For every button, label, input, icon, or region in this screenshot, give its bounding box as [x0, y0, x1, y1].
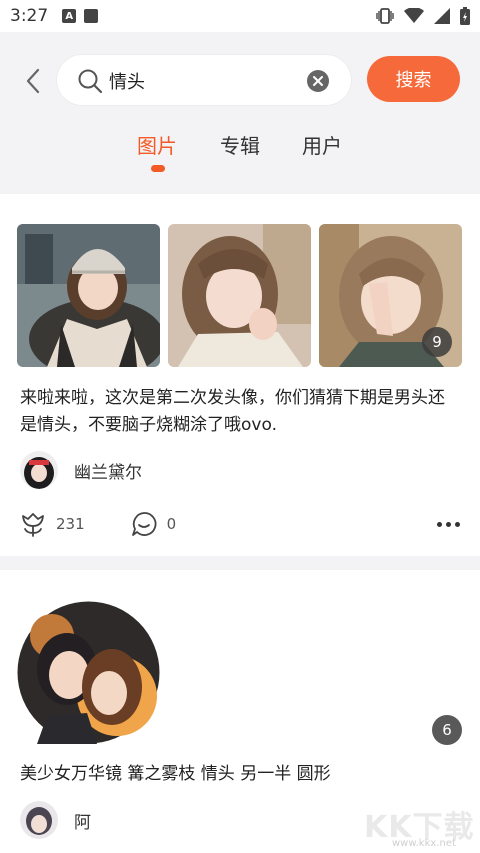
comment-count: 0	[166, 515, 177, 533]
comment-icon	[131, 512, 157, 536]
vibrate-icon	[376, 8, 394, 24]
tab-users[interactable]: 用户	[302, 130, 342, 159]
signal-icon	[434, 8, 450, 24]
post-author[interactable]: 幽兰黛尔	[20, 451, 142, 489]
avatar[interactable]	[20, 801, 58, 839]
search-icon	[78, 69, 103, 94]
image-count-badge: 6	[432, 715, 462, 745]
post-description[interactable]: 美少女万华镜 篝之雾枝 情头 另一半 圆形	[20, 761, 460, 788]
tab-images[interactable]: 图片	[137, 130, 177, 159]
post-card[interactable]: 9 来啦来啦，这次是第二次发头像，你们猜猜下期是男头还是情头，不要脑子烧糊涂了哦…	[0, 194, 480, 556]
tab-bar: 图片 专辑 用户	[0, 130, 480, 180]
tab-albums[interactable]: 专辑	[220, 130, 260, 159]
author-name[interactable]: 幽兰黛尔	[74, 458, 142, 483]
site-watermark: KK下载 www.kkx.net	[364, 802, 480, 853]
more-dot-icon	[455, 521, 460, 527]
battery-icon	[460, 7, 470, 25]
notification-book-icon	[84, 9, 99, 23]
more-dot-icon	[437, 521, 442, 527]
author-name[interactable]: 阿	[74, 808, 91, 833]
status-time: 3:27	[10, 6, 49, 26]
tab-active-indicator	[151, 165, 165, 172]
comment-button[interactable]: 0	[131, 511, 177, 537]
more-dot-icon	[446, 521, 451, 527]
like-button[interactable]: 231	[20, 511, 85, 537]
like-count: 231	[56, 515, 85, 533]
status-bar: 3:27 A	[0, 0, 480, 32]
more-options-button[interactable]	[437, 521, 460, 527]
watermark-url: www.kkx.net	[392, 838, 456, 849]
post-author[interactable]: 阿	[20, 801, 91, 839]
post-actions: 231 0	[20, 510, 460, 538]
tulip-like-icon	[22, 513, 44, 537]
search-box[interactable]	[56, 54, 352, 106]
search-header: 搜索 图片 专辑 用户	[0, 32, 480, 194]
post-image[interactable]	[17, 224, 160, 367]
clear-search-button[interactable]	[307, 70, 329, 92]
post-image[interactable]	[17, 601, 160, 744]
chevron-left-icon	[26, 68, 40, 94]
post-image[interactable]	[168, 224, 311, 367]
wifi-icon	[404, 8, 424, 23]
avatar[interactable]	[20, 451, 58, 489]
search-input[interactable]	[109, 67, 299, 95]
notification-a-icon: A	[62, 9, 77, 23]
back-button[interactable]	[18, 66, 48, 96]
image-count-badge: 9	[422, 327, 452, 357]
post-image[interactable]: 9	[319, 224, 462, 367]
search-button[interactable]: 搜索	[367, 56, 460, 102]
post-description[interactable]: 来啦来啦，这次是第二次发头像，你们猜猜下期是男头还是情头，不要脑子烧糊涂了哦ov…	[20, 385, 460, 439]
close-icon	[313, 76, 323, 86]
